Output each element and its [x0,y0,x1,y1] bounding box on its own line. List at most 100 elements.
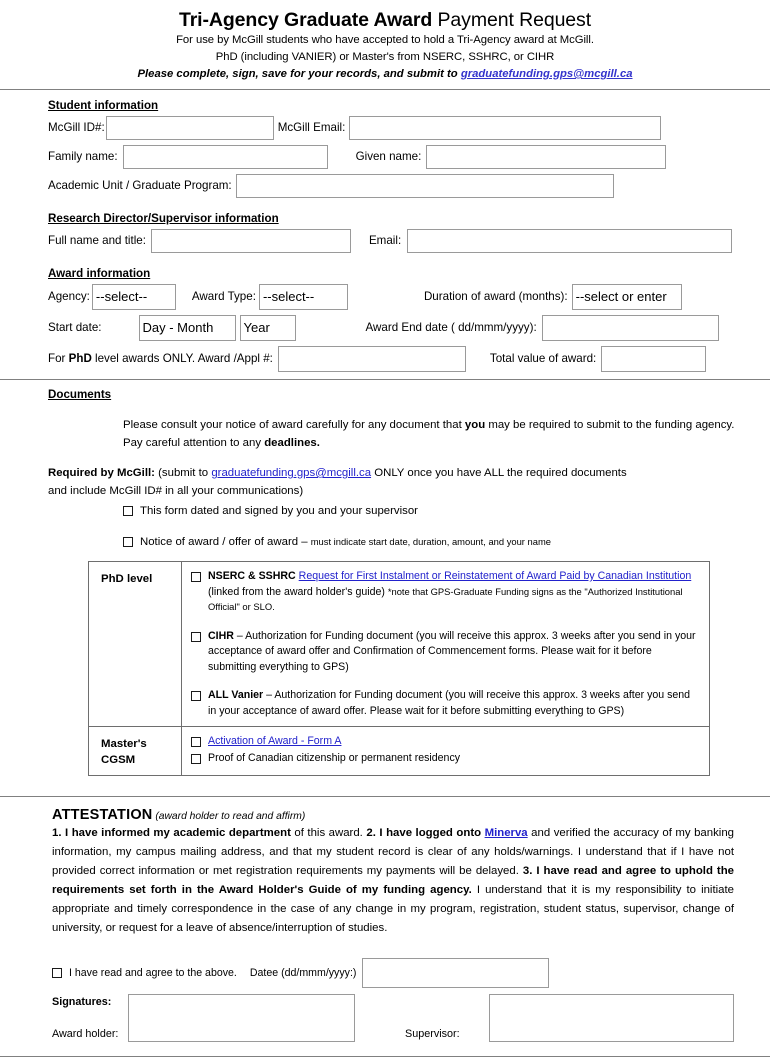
checkbox-label-form-signed: This form dated and signed by you and yo… [140,505,418,517]
page-title-bold: Tri-Agency Graduate Award [178,9,433,31]
doc-item-nserc-sshrc[interactable]: NSERC & SSHRC Request for First Instalme… [191,569,701,616]
document-header: Tri-Agency Graduate Award Payment Reques… [0,0,770,83]
checkbox-row-form-signed[interactable]: This form dated and signed by you and yo… [48,502,736,520]
attestation-heading-sub: (award holder to read and affirm) [152,811,306,822]
award-holder-signature-input[interactable] [127,994,356,1042]
mcgill-email-input[interactable] [349,116,662,140]
attestation-heading: ATTESTATION (award holder to read and af… [52,807,734,823]
minerva-link[interactable]: Minerva [485,827,528,839]
required-line-2: and include McGill ID# in all your commu… [48,484,304,497]
checkbox-icon[interactable] [191,691,201,701]
submit-email-link[interactable]: graduatefunding.gps@mcgill.ca [461,68,633,80]
submit-instruction-text: Please complete, sign, save for your rec… [137,68,461,80]
academic-unit-row: Academic Unit / Graduate Program: [48,174,740,198]
checkbox-row-notice-of-award[interactable]: Notice of award / offer of award – must … [48,533,736,551]
agency-select[interactable]: --select-- [91,284,176,310]
masters-label-line2: CGSM [101,754,136,766]
doc-item-nserc-text: NSERC & SSHRC Request for First Instalme… [208,569,701,616]
given-name-input[interactable] [426,145,667,169]
documents-para1-b: may be required to submit to the funding… [485,419,735,431]
checkbox-icon[interactable] [191,572,201,582]
supervisor-label-wrap: Supervisor: [355,994,489,1042]
supervisor-signature-input[interactable] [488,994,734,1042]
student-name-row: Family name: Given name: [48,145,740,169]
masters-level-cell: Master's CGSM [88,726,182,776]
documents-para2-a: Pay careful attention to any [123,436,265,449]
doc-item-vanier[interactable]: ALL Vanier – Authorization for Funding d… [191,688,701,719]
phd-items-cell: NSERC & SSHRC Request for First Instalme… [181,561,710,727]
notice-of-award-text: Notice of award / offer of award – [140,536,311,548]
award-holder-label: Award holder: [52,1028,119,1040]
documents-body: Please consult your notice of award care… [0,417,770,551]
nserc-after-link: (linked from the award holder's guide) [208,585,388,598]
documents-section: Documents [0,380,770,405]
duration-label: Duration of award (months): [423,290,568,303]
required-by-mcgill-label: Required by McGill: [48,467,155,479]
phd-only-bold: PhD [68,352,92,365]
activation-of-award-link[interactable]: Activation of Award - Form A [208,734,341,750]
attestation-clause-2: 2. I have logged onto [366,827,485,839]
documents-para1-bold: you [464,419,486,431]
nserc-bold: NSERC & SSHRC [208,570,296,582]
award-type-label: Award Type: [191,290,256,303]
cihr-bold: CIHR [208,629,234,642]
doc-item-activation-form-a[interactable]: Activation of Award - Form A [191,734,701,750]
doc-item-cihr[interactable]: CIHR – Authorization for Funding documen… [191,629,701,676]
academic-unit-label: Academic Unit / Graduate Program: [48,179,232,192]
academic-unit-input[interactable] [235,174,614,198]
duration-select[interactable]: --select or enter [571,284,682,310]
award-appl-number-input[interactable] [277,346,466,372]
checkbox-icon[interactable] [52,968,62,978]
signatures-row: Signatures: Award holder: Supervisor: [52,994,734,1042]
start-date-row: Start date: Day - Month Year Award End d… [48,315,740,341]
total-value-input[interactable] [601,346,707,372]
checkbox-icon[interactable] [191,631,201,642]
phd-appl-row: For PhD level awards ONLY. Award /Appl #… [48,346,740,372]
supervisor-name-input[interactable] [150,229,351,253]
agency-row: Agency: --select-- Award Type: --select-… [48,284,740,310]
award-end-date-input[interactable] [541,315,719,341]
supervisor-signature-label: Supervisor: [405,1028,460,1040]
proof-citizenship-text: Proof of Canadian citizenship or permane… [208,751,461,764]
subtitle-line-2: PhD (including VANIER) or Master's from … [215,51,555,63]
family-name-input[interactable] [122,145,328,169]
table-row-phd: PhD level NSERC & SSHRC Request for Firs… [88,561,710,727]
table-row-masters: Master's CGSM Activation of Award - Form… [88,726,710,776]
supervisor-name-label: Full name and title: [48,234,146,247]
attestation-clause-1: 1. I have informed my academic departmen… [52,827,291,839]
supervisor-email-input[interactable] [407,229,733,253]
agree-date-row: I have read and agree to the above. Date… [52,958,734,988]
date-input[interactable] [362,958,550,988]
page-title: Tri-Agency Graduate Award Payment Reques… [0,8,770,32]
mcgill-id-input[interactable] [105,116,274,140]
doc-item-cihr-text: CIHR – Authorization for Funding documen… [208,629,701,676]
attestation-heading-text: ATTESTATION [52,807,153,823]
required-documents-table: PhD level NSERC & SSHRC Request for Firs… [88,561,710,776]
checkbox-icon[interactable] [191,753,201,764]
documents-para1-a: Please consult your notice of award care… [123,419,465,431]
required-email-link[interactable]: graduatefunding.gps@mcgill.ca [211,467,371,479]
start-day-month-select[interactable]: Day - Month [138,315,236,341]
nserc-request-link[interactable]: Request for First Instalment or Reinstat… [299,570,692,582]
doc-item-proof-citizenship[interactable]: Proof of Canadian citizenship or permane… [191,751,701,767]
award-type-select[interactable]: --select-- [258,284,348,310]
signature-area: I have read and agree to the above. Date… [0,958,770,1042]
form-page: Tri-Agency Graduate Award Payment Reques… [0,0,770,1057]
agency-label: Agency: [48,290,90,303]
date-label: Datee (dd/mmm/yyyy:) [249,966,357,979]
documents-paragraph-1: Please consult your notice of award care… [48,417,736,435]
masters-label-line1: Master's [101,738,147,750]
checkbox-icon[interactable] [123,506,133,516]
signature-labels: Signatures: Award holder: [52,994,128,1042]
award-information-heading: Award information [48,267,151,280]
student-information-heading: Student information [48,99,159,112]
checkbox-icon[interactable] [191,737,201,747]
checkbox-icon[interactable] [123,537,133,547]
student-information-section: Student information McGill ID#: McGill E… [0,90,770,198]
signatures-label: Signatures: [52,996,112,1008]
checkbox-label-notice-of-award: Notice of award / offer of award – must … [140,533,551,551]
given-name-label: Given name: [355,150,422,163]
subtitle-line-1: For use by McGill students who have acce… [176,34,594,46]
start-year-select[interactable]: Year [239,315,296,341]
phd-only-prefix: For [48,352,69,365]
